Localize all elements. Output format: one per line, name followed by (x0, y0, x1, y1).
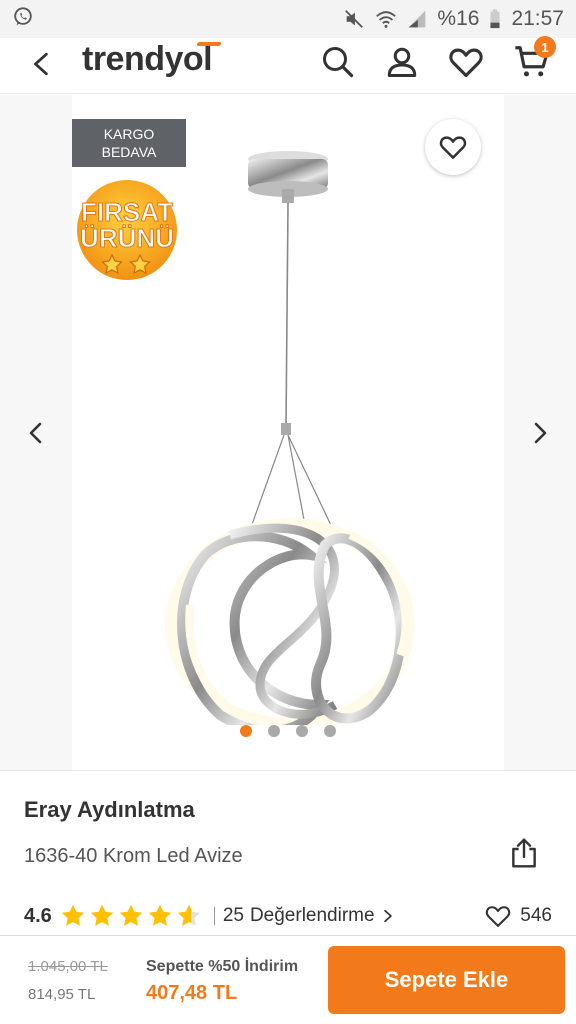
gallery-dot[interactable] (324, 725, 336, 737)
gallery-dot[interactable] (268, 725, 280, 737)
promo-price: 407,48 TL (146, 982, 238, 1004)
rating-stars (60, 903, 202, 929)
chevron-right-icon (534, 422, 547, 444)
clock: 21:57 (511, 7, 564, 30)
reviews-link[interactable]: 25 Değerlendirme (223, 905, 395, 927)
rating-value: 4.6 (24, 904, 52, 927)
star-icon (61, 904, 84, 926)
battery-percent: %16 (437, 7, 480, 30)
half-star-icon (177, 904, 200, 926)
heart-icon (439, 136, 467, 159)
trendyol-logo[interactable]: trendyol (82, 40, 222, 79)
product-image-chandelier (165, 151, 415, 725)
back-button[interactable] (22, 44, 62, 84)
product-info: Eray Aydınlatma 1636-40 Krom Led Avize 4… (0, 770, 576, 935)
heart-icon (486, 906, 511, 927)
star-icon (148, 904, 171, 926)
star-icon (119, 904, 142, 926)
chevron-left-icon (29, 422, 42, 444)
brand-name[interactable]: Eray Aydınlatma (24, 797, 195, 823)
rating-row: 4.6 25 Değerlendirme (24, 899, 395, 933)
account-button[interactable] (382, 42, 422, 82)
reviews-label: Değerlendirme (249, 905, 375, 926)
heart-icon (449, 48, 483, 78)
likes-count: 546 (520, 905, 552, 926)
cart-button[interactable]: 1 (512, 36, 556, 82)
gallery-prev-button[interactable] (16, 413, 56, 453)
gallery-dot[interactable] (240, 725, 252, 737)
gallery-pagination (240, 725, 336, 737)
star-icon (90, 904, 113, 926)
add-to-cart-button[interactable]: Sepete Ekle (328, 946, 565, 1014)
mute-icon (343, 8, 365, 30)
bottom-purchase-bar: 1.045,00 TL 814,95 TL Sepette %50 İndiri… (0, 935, 576, 1024)
share-button[interactable] (504, 833, 544, 873)
current-price: 814,95 TL (28, 986, 96, 1003)
cart-count-badge: 1 (534, 36, 556, 58)
wifi-icon (375, 8, 397, 30)
favorites-button[interactable] (446, 42, 486, 82)
favorite-count[interactable]: 546 (484, 899, 552, 933)
app-header: trendyol 1 (0, 36, 576, 94)
status-bar: %16 21:57 (0, 0, 576, 38)
add-to-favorites-button[interactable] (425, 119, 481, 175)
chevron-right-icon (383, 909, 392, 923)
old-price: 1.045,00 TL (28, 958, 108, 975)
back-arrow-icon (34, 52, 48, 76)
promo-label: Sepette %50 İndirim (146, 958, 299, 975)
divider (213, 907, 215, 925)
gallery-next-button[interactable] (520, 413, 560, 453)
gallery-dot[interactable] (296, 725, 308, 737)
logo-accent (196, 42, 222, 46)
logo-text: trendyol (82, 40, 213, 78)
product-gallery[interactable]: KARGO BEDAVA FIRSAT ÜRÜNÜ (0, 95, 576, 770)
badge-kargo-line1: KARGO (103, 126, 155, 142)
user-icon (387, 47, 417, 77)
reviews-count: 25 (222, 905, 244, 926)
product-name: 1636-40 Krom Led Avize (24, 845, 243, 867)
battery-icon (489, 9, 501, 29)
search-icon (323, 47, 354, 78)
share-icon (512, 838, 536, 868)
whatsapp-icon (12, 6, 34, 33)
search-button[interactable] (318, 42, 358, 82)
signal-icon (407, 9, 427, 29)
